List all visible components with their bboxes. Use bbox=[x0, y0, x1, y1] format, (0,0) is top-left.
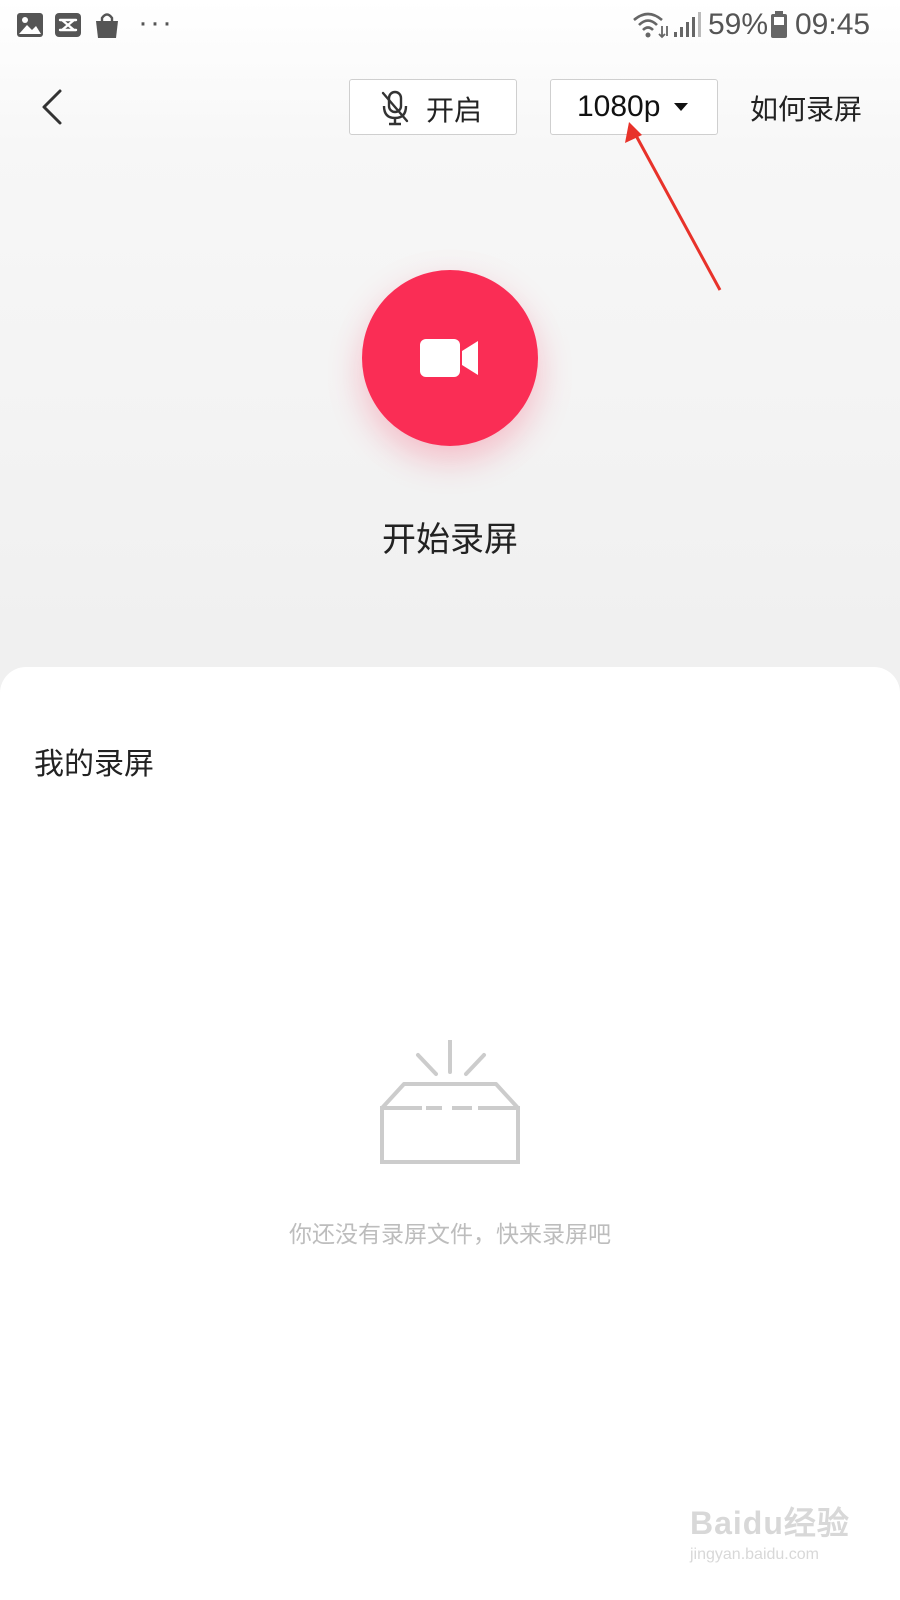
empty-box-icon bbox=[380, 1040, 520, 1164]
video-camera-icon bbox=[420, 339, 478, 377]
watermark-main: Baidu经验 bbox=[690, 1505, 850, 1541]
empty-state-message: 你还没有录屏文件，快来录屏吧 bbox=[289, 1222, 611, 1248]
watermark-sub: jingyan.baidu.com bbox=[690, 1546, 819, 1563]
start-recording-label: 开始录屏 bbox=[382, 520, 518, 560]
my-recordings-panel: 我的录屏 你还没有录屏文件，快来录屏吧 bbox=[0, 667, 900, 1600]
baidu-watermark: Baidu经验 jingyan.baidu.com bbox=[690, 1498, 850, 1564]
my-recordings-title: 我的录屏 bbox=[34, 747, 154, 782]
annotation-arrow bbox=[625, 122, 722, 291]
